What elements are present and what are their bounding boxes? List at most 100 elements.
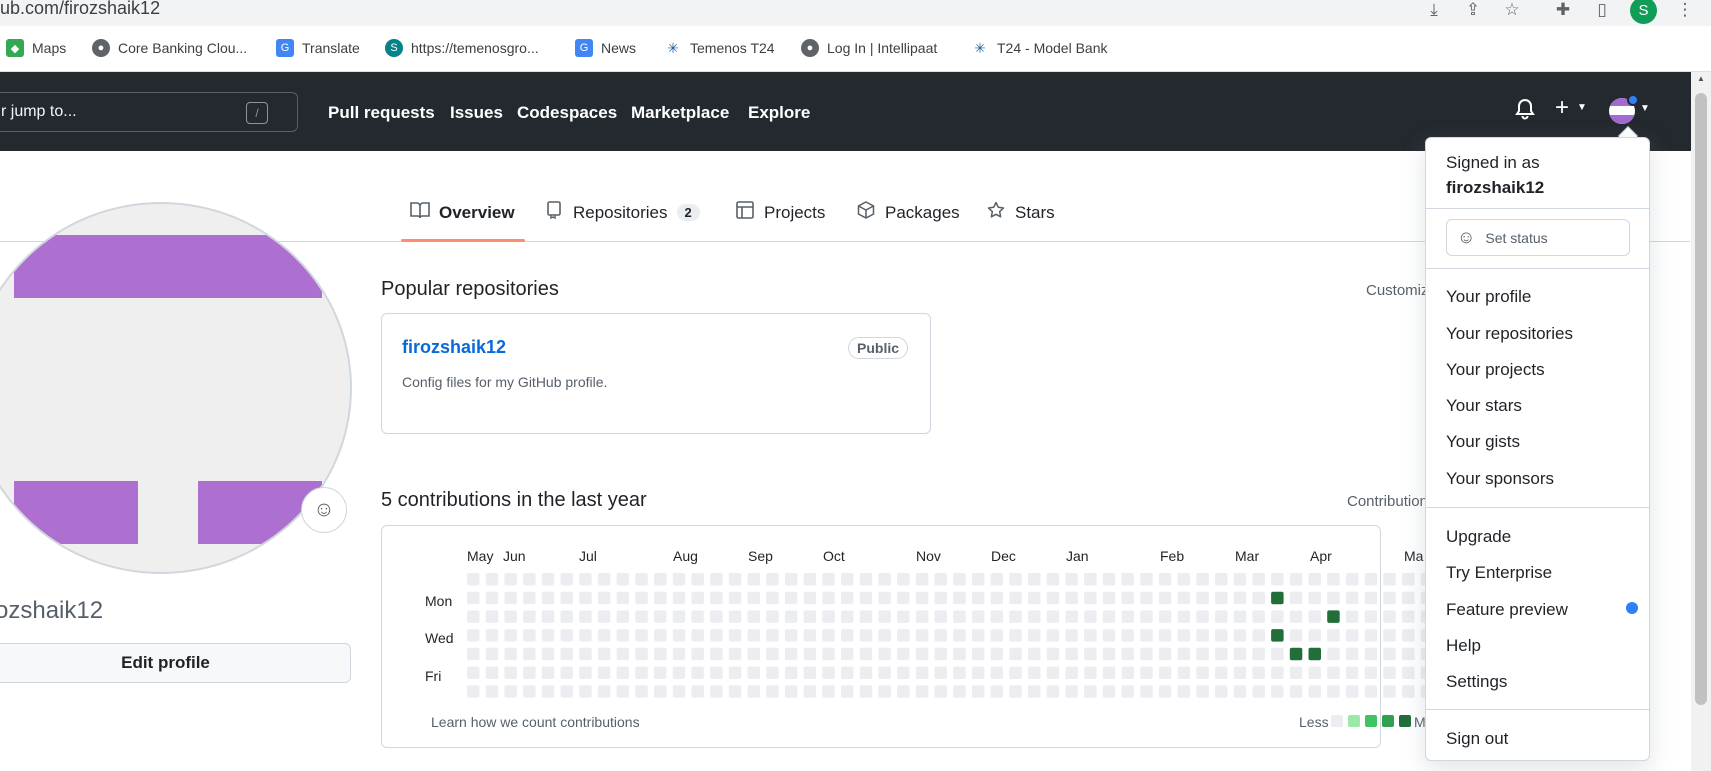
contribution-cell [766,573,779,586]
repo-name-link[interactable]: firozshaik12 [402,337,506,358]
bookmark-translate[interactable]: G Translate [276,39,360,57]
browser-url-bar[interactable]: ub.com/firozshaik12 ⤓ ⇪ ☆ ✚ ▯ S ⋮ [0,0,1711,26]
menu-upgrade[interactable]: Upgrade [1446,527,1511,547]
tab-projects[interactable]: Projects [735,201,825,224]
smiley-icon: ☺ [1457,227,1476,247]
menu-help[interactable]: Help [1446,636,1481,656]
bookmark-temenosgroup[interactable]: S https://temenosgro... [385,39,539,57]
menu-sign-out[interactable]: Sign out [1446,729,1508,749]
tab-stars[interactable]: Stars [986,201,1055,224]
menu-feature-preview[interactable]: Feature preview [1446,600,1568,620]
repo-icon [544,201,564,224]
bookmark-t24-model-bank[interactable]: ✳ T24 - Model Bank [971,39,1107,57]
contribution-cell [1065,573,1078,586]
contribution-cell [841,685,854,698]
menu-your-repositories[interactable]: Your repositories [1446,324,1573,344]
contribution-cell [897,647,910,661]
bookmark-maps[interactable]: ◆ Maps [6,39,66,57]
contribution-cell [523,666,536,679]
contribution-cell [616,666,630,679]
contribution-cell [1289,666,1303,679]
avatar-chevron-down-icon[interactable]: ▼ [1640,103,1650,114]
star-icon[interactable]: ☆ [1501,0,1523,20]
contribution-cell [897,666,910,679]
nav-marketplace[interactable]: Marketplace [631,103,729,123]
bell-icon[interactable] [1515,98,1535,126]
contribution-cell [728,629,742,642]
month-label: Jan [1066,548,1089,564]
url-text[interactable]: ub.com/firozshaik12 [0,0,160,19]
nav-pull-requests[interactable]: Pull requests [328,103,435,123]
contribution-cell [504,666,517,679]
contribution-cell [1271,685,1284,698]
contribution-cell [859,666,873,679]
contribution-cell [878,573,891,586]
tab-repositories[interactable]: Repositories 2 [544,201,700,224]
set-status-emoji-button[interactable]: ☺ [301,487,347,533]
contribution-cell [1065,666,1078,679]
menu-your-gists[interactable]: Your gists [1446,432,1520,452]
chevron-down-icon[interactable]: ▼ [1577,102,1587,113]
contribution-cell [1308,685,1321,698]
contribution-cell [897,573,910,586]
contribution-cell [1084,610,1097,623]
contribution-cell [971,629,985,642]
share-icon[interactable]: ⇪ [1462,0,1484,20]
contribution-cell [878,610,891,623]
contribution-cell [541,573,555,586]
plus-icon[interactable]: + [1555,94,1569,122]
contribution-cell [597,573,611,586]
menu-your-stars[interactable]: Your stars [1446,396,1522,416]
tab-packages[interactable]: Packages [856,201,960,224]
more-icon[interactable]: ⋮ [1674,0,1696,20]
contribution-cell [859,685,873,698]
contribution-cell [803,573,817,586]
month-label: Oct [823,548,845,564]
bookmark-label: https://temenosgro... [411,40,539,56]
page: ub.com/firozshaik12 ⤓ ⇪ ☆ ✚ ▯ S ⋮ ◆ Maps… [0,0,1711,771]
contribution-cell [710,591,723,605]
customize-pins-link[interactable]: Customiz [1366,282,1429,299]
scroll-up-arrow-icon[interactable]: ▲ [1697,74,1705,83]
scrollbar-thumb[interactable] [1695,93,1707,705]
contribution-cell [1009,610,1022,623]
nav-codespaces[interactable]: Codespaces [517,103,617,123]
download-icon[interactable]: ⤓ [1423,0,1445,20]
menu-your-projects[interactable]: Your projects [1446,360,1545,380]
menu-try-enterprise[interactable]: Try Enterprise [1446,563,1552,583]
month-label: Aug [673,548,698,564]
contribution-settings-link[interactable]: Contribution [1347,493,1428,510]
contribution-cell [1084,573,1097,586]
nav-explore[interactable]: Explore [748,103,810,123]
profile-avatar[interactable] [0,202,352,574]
profile-icon[interactable]: S [1630,0,1657,24]
sidebar-icon[interactable]: ▯ [1591,0,1613,20]
contribution-cell [616,629,630,642]
contribution-cell [1009,685,1022,698]
bookmark-news[interactable]: G News [575,39,636,57]
contribution-cell [485,685,499,698]
contribution-cell [784,647,798,661]
bookmark-temenos-t24[interactable]: ✳ Temenos T24 [664,39,774,57]
bookmark-intellipaat[interactable]: ● Log In | Intellipaat [801,39,937,57]
nav-issues[interactable]: Issues [450,103,503,123]
learn-contributions-link[interactable]: Learn how we count contributions [431,714,640,730]
search-input[interactable]: r jump to... / [0,92,298,132]
contribution-cell [1383,573,1396,586]
contribution-cell [504,573,517,586]
contribution-cell [803,591,817,605]
contribution-cell [747,629,760,642]
contribution-cell [1158,573,1172,586]
set-status-button[interactable]: ☺ Set status [1446,219,1630,256]
extensions-icon[interactable]: ✚ [1552,0,1574,20]
bookmark-core-banking[interactable]: ● Core Banking Clou... [92,39,247,57]
menu-your-profile[interactable]: Your profile [1446,287,1531,307]
contribution-cell [1402,685,1415,698]
contribution-cell [841,629,854,642]
menu-settings[interactable]: Settings [1446,672,1507,692]
contribution-cell [1084,685,1097,698]
contribution-cell [467,573,480,586]
tab-overview[interactable]: Overview [410,201,515,224]
menu-your-sponsors[interactable]: Your sponsors [1446,469,1554,489]
edit-profile-button[interactable]: Edit profile [0,643,351,683]
